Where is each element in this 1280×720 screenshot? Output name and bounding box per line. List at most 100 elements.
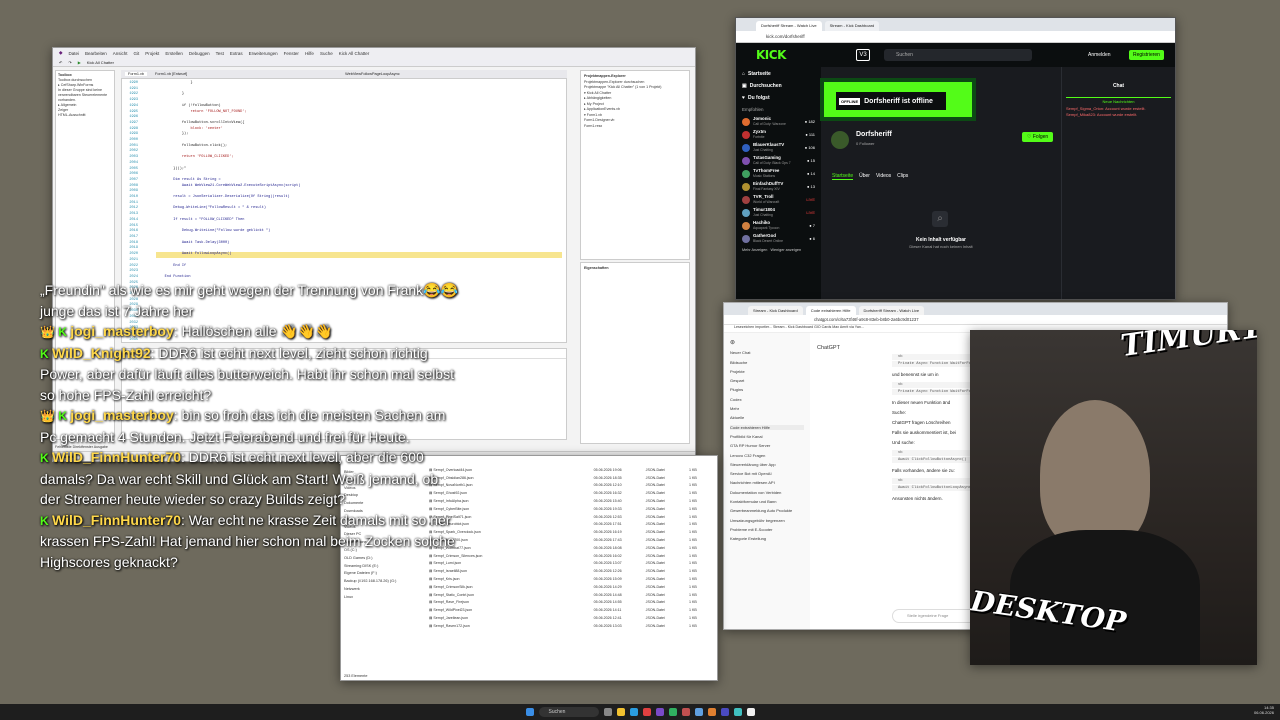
taskview-icon[interactable] [603, 708, 612, 716]
menu-item[interactable]: Hilfe [305, 51, 314, 56]
sidebar-item[interactable]: Neuer Chat [730, 350, 804, 355]
sidebar-item[interactable]: GTA RP Humor Server [730, 443, 804, 448]
menu-item[interactable]: Test [216, 51, 224, 56]
file-row[interactable]: ▤ Sempf_PixelSalt71.json 05.06.2026 12:53… [429, 513, 715, 521]
tab-code-extract[interactable]: Code extrahieren Hilfe [805, 306, 856, 315]
tab-ueber[interactable]: Über [859, 173, 870, 180]
login-button[interactable]: Anmelden [1088, 52, 1111, 58]
play-icon[interactable]: ▶ [78, 60, 81, 65]
explorer-nav-item[interactable]: Linux [344, 594, 422, 602]
tab-form1-design[interactable]: Form1.vb [Entwurf] [155, 72, 187, 76]
redo-icon[interactable]: ↷ [68, 60, 71, 65]
sidebar-item[interactable]: Profilbild für Kanal [730, 434, 804, 439]
recommended-channel[interactable]: GatherGod Black Desert Online ● 6 [742, 233, 815, 244]
nav-home[interactable]: ⌂ Startseite [742, 71, 815, 77]
gpt-addressbar[interactable]: chatgpt.com/c/6a73f46f-a9c8-83eb-b8b0-2a… [724, 315, 1227, 325]
menu-item[interactable]: Git [134, 51, 140, 56]
menu-item[interactable]: Ansicht [113, 51, 128, 56]
menu-item[interactable]: Bearbeiten [85, 51, 107, 56]
app-icon-3[interactable] [681, 708, 690, 716]
app-icon-4[interactable] [694, 708, 703, 716]
explorer-nav-item[interactable]: Netzwerk [344, 586, 422, 594]
v3-icon[interactable]: V3 [856, 49, 870, 61]
toolbox-item[interactable]: HTML-Ausschnitt [58, 113, 112, 118]
windows-start-icon[interactable] [525, 708, 534, 716]
sidebar-item[interactable]: Mehr [730, 406, 804, 411]
sidebar-item[interactable]: Dokumentation von Verbiden [730, 490, 804, 495]
file-row[interactable]: ▤ Sempf_Lumi.json 05.06.2026 13:07 JSON-Da… [429, 560, 715, 568]
tab-kick-dashboard-2[interactable]: Stream - Kick Dashboard [748, 306, 803, 315]
register-button[interactable]: Registrieren [1129, 50, 1164, 60]
sidebar-item[interactable]: Gespart [730, 378, 804, 383]
file-row[interactable]: ▤ Sempf_Raven172.json 05.06.2026 13:03 JSO… [429, 622, 715, 630]
chat-username[interactable]: Sempf_Mika823: [1066, 112, 1097, 117]
solution-item[interactable]: Form1.resx [584, 124, 686, 130]
kick-logo[interactable]: KICK [756, 48, 786, 62]
kick-addressbar[interactable]: kick.com/dorfsheriff [736, 31, 1175, 43]
file-row[interactable]: ▤ Sempf_Night700.json 05.06.2026 17:43 JSO… [429, 536, 715, 544]
sidebar-item[interactable]: Gewerbeanmeldung Auto Produkte [730, 508, 804, 513]
menu-item[interactable]: Kick All Chatter [339, 51, 370, 56]
recommended-channel[interactable]: Zyxtm Fortnite ● 111 [742, 129, 815, 140]
code-text[interactable]: } } if (!followButton) return 'FOLLOW_NO… [156, 81, 562, 281]
file-row[interactable]: ▤ Sempf_NovaNorth1.json 05.06.2026 12:10 J… [429, 482, 715, 490]
sidebar-item[interactable]: Code extrahieren Hilfe [730, 424, 804, 430]
recommended-channel[interactable]: EinfachDuffTV Final Fantasy XIV ● 13 [742, 181, 815, 192]
menu-item[interactable]: Extras [230, 51, 243, 56]
file-row[interactable]: ▤ Sempf_CyberBite.json 05.06.2026 19:33 JS… [429, 505, 715, 513]
file-row[interactable]: ▤ Sempf_Kris.json 05.06.2026 15:09 JSON-Da… [429, 575, 715, 583]
file-row[interactable]: ▤ Sempf_Static_Contrl.json 05.06.2026 14:… [429, 591, 715, 599]
file-row[interactable]: ▤ Sempf_Ghost92.json 05.06.2026 16:32 JSON… [429, 489, 715, 497]
run-button[interactable]: Kick All Chatter [87, 60, 114, 65]
sidebar-item[interactable]: Bildsuche [730, 360, 804, 365]
file-row[interactable]: ▤ Sempf_Spark_Overclock.json 05.06.2026 1… [429, 528, 715, 536]
system-tray-clock[interactable]: 14:35 06.06.2026 [1254, 705, 1274, 715]
file-row[interactable]: ▤ Sempf_Crimson_Silences.json 05.06.2026 … [429, 552, 715, 560]
tab-startseite[interactable]: Startseite [832, 173, 854, 180]
app-icon-2[interactable] [668, 708, 677, 716]
chat-username[interactable]: Sempf_Sigma_Orion: [1066, 106, 1105, 111]
recommended-channel[interactable]: TvThomFree Music Stations ● 14 [742, 168, 815, 179]
taskbar-search[interactable]: Suchen [538, 707, 599, 717]
file-row[interactable]: ▤ Sempf_WildPixel23.json 05.06.2026 14:11… [429, 606, 715, 614]
tab-clips[interactable]: Clips [897, 173, 908, 180]
recommended-channel[interactable]: BlauerKlausTV Just Chatting ● 106 [742, 142, 815, 153]
chrome-icon[interactable] [746, 708, 755, 716]
sidebar-item[interactable]: Kontaktformular und Bann [730, 499, 804, 504]
app-icon-1[interactable] [642, 708, 651, 716]
tab-form1-vb[interactable]: Form1.vb [125, 72, 148, 76]
menu-item[interactable]: Projekt [145, 51, 159, 56]
sidebar-item[interactable]: Codex [730, 397, 804, 402]
menu-item[interactable]: Fenster [284, 51, 299, 56]
tab-member[interactable]: WebViewFollowPageLoopAsync [345, 72, 400, 76]
file-row[interactable]: ▤ Sempf_Neuroblot.json 05.06.2026 17:51 JS… [429, 521, 715, 529]
sidebar-item[interactable]: Plugins [730, 387, 804, 392]
toolbox-item[interactable]: In dieser Gruppe sind keine verwendbaren… [58, 88, 112, 103]
app-icon-5[interactable] [707, 708, 716, 716]
tab-kick-watch[interactable]: Dorfsheriff Stream - Watch Live [756, 21, 822, 31]
tab-dorfsheriff[interactable]: Dorfsheriff Stream - Watch Live [858, 306, 925, 315]
menu-item[interactable]: Debuggen [189, 51, 210, 56]
kick-url[interactable]: kick.com/dorfsheriff [766, 34, 805, 39]
tab-videos[interactable]: Videos [876, 173, 891, 180]
file-row[interactable]: ▤ Sempf_Jarellean.json 05.06.2026 12:41 JS… [429, 614, 715, 622]
undo-icon[interactable]: ↶ [59, 60, 62, 65]
file-row[interactable]: ▤ Sempf_InfoAlpha.json 05.06.2026 15:40 JS… [429, 497, 715, 505]
recommended-channel[interactable]: TVR_Troll World of Warcraft LIVE [742, 194, 815, 205]
recommended-channel[interactable]: Hachiko Aquapark Tycoon ● 7 [742, 220, 815, 231]
sidebar-item[interactable]: Service Bot mit OpenAI [730, 471, 804, 476]
sidebar-item[interactable]: Umsatzungsgebühr begrenzen [730, 518, 804, 523]
file-row[interactable]: ▤ Sempf_Overload44.json 05.06.2026 19:06 J… [429, 466, 715, 474]
file-row[interactable]: ▤ Sempf_Obsidian286.json 05.06.2026 18:35… [429, 474, 715, 482]
sidebar-item[interactable]: Lenovo C32 Fragen [730, 453, 804, 458]
sidebar-item[interactable]: Aktuelle [730, 415, 804, 420]
sidebar-item[interactable]: Projekte [730, 369, 804, 374]
sidebar-item[interactable]: Nachrichten mitlesen API [730, 480, 804, 485]
menu-item[interactable]: Erstellen [165, 51, 183, 56]
edge-icon[interactable] [629, 708, 638, 716]
vs-icon[interactable] [655, 708, 664, 716]
follow-button[interactable]: ♡ Folgen [1022, 132, 1054, 142]
recommended-channel[interactable]: Timur1804 Just Chatting LIVE [742, 207, 815, 218]
app-icon-7[interactable] [733, 708, 742, 716]
app-icon-6[interactable] [720, 708, 729, 716]
